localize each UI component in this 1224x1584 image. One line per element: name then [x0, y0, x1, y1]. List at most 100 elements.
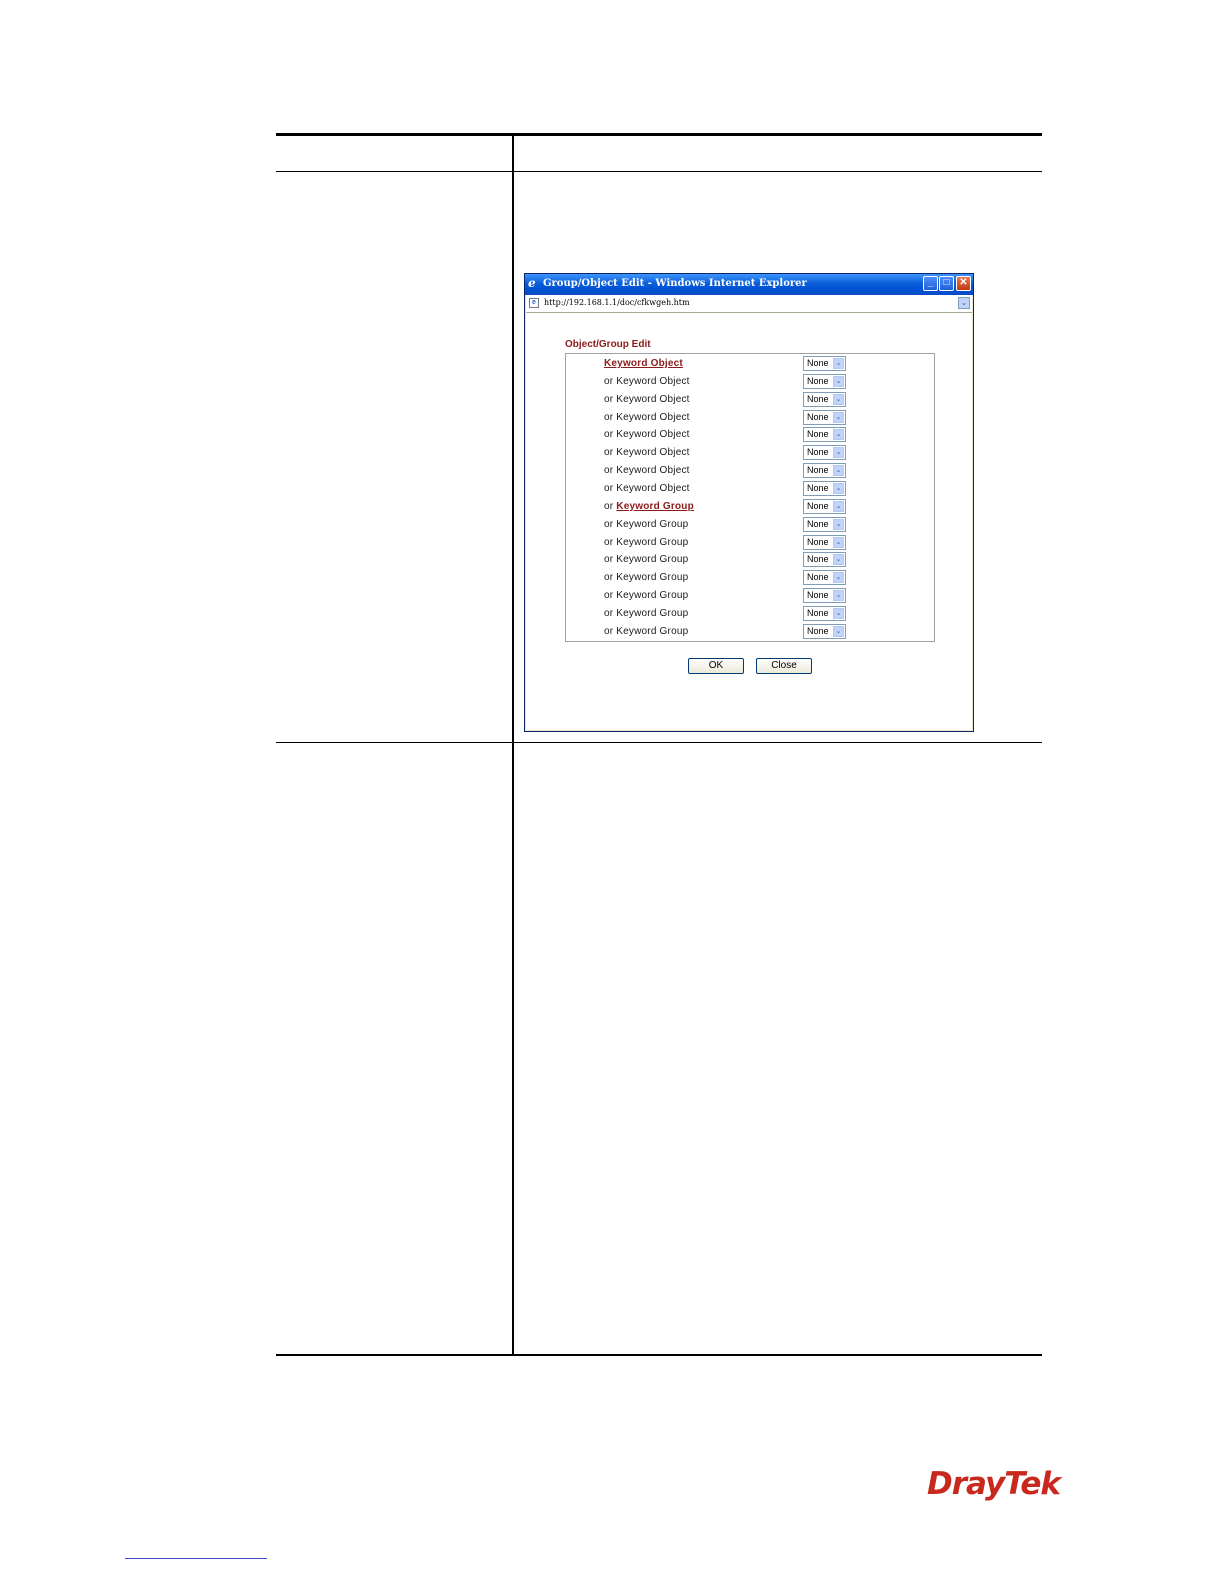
select-dropdown[interactable]: None ⌄	[803, 356, 846, 371]
select-dropdown[interactable]: None ⌄	[803, 373, 846, 389]
draytek-logo: DrayTek	[927, 1466, 1061, 1502]
form-row: or Keyword Object None ⌄	[566, 444, 934, 462]
select-dropdown[interactable]: None ⌄	[803, 552, 846, 568]
footer-link-underline[interactable]	[125, 1558, 267, 1559]
chevron-down-icon[interactable]: ⌄	[833, 375, 844, 387]
row-label: or Keyword Group	[604, 608, 688, 619]
window-title: Group/Object Edit - Windows Internet Exp…	[543, 278, 807, 289]
row-label-text: or Keyword Object	[604, 393, 690, 405]
address-bar[interactable]: e http://192.168.1.1/doc/cfkwgeh.htm ⌄	[526, 295, 972, 313]
select-value: None	[807, 447, 829, 458]
row-label: or Keyword Group	[604, 626, 688, 637]
row-label: Keyword Object	[604, 358, 683, 369]
row-label-text: or Keyword Object	[604, 375, 690, 387]
chevron-down-icon[interactable]: ⌄	[833, 590, 844, 602]
select-value: None	[807, 572, 829, 583]
form-row: or Keyword Group None ⌄	[566, 623, 934, 641]
select-value: None	[807, 375, 829, 386]
row-label-text: or Keyword Group	[604, 625, 689, 637]
ok-button[interactable]: OK	[688, 658, 744, 674]
form-title: Object/Group Edit	[565, 339, 651, 350]
form-row: or Keyword Object None ⌄	[566, 373, 934, 391]
row-label: or Keyword Object	[604, 376, 690, 387]
page-icon: e	[529, 298, 539, 308]
chevron-down-icon[interactable]: ⌄	[833, 625, 844, 637]
form-row: or Keyword Group None ⌄	[566, 551, 934, 569]
select-dropdown[interactable]: None ⌄	[803, 463, 846, 479]
select-dropdown[interactable]: None ⌄	[803, 427, 846, 443]
select-dropdown[interactable]: None ⌄	[803, 588, 846, 604]
row-label: or Keyword Object	[604, 465, 690, 476]
chevron-down-icon[interactable]: ⌄	[833, 393, 844, 405]
row-label-prefix: or	[604, 500, 617, 512]
ie-dialog-window: e Group/Object Edit - Windows Internet E…	[524, 273, 974, 732]
row-label-link[interactable]: Keyword Object	[604, 358, 683, 369]
select-dropdown[interactable]: None ⌄	[803, 570, 846, 586]
page-content: Object/Group Edit Keyword Object None ⌄ or …	[526, 313, 972, 730]
chevron-down-icon[interactable]: ⌄	[833, 429, 844, 441]
row-label-text: or Keyword Group	[604, 590, 689, 602]
row-label-text: or Keyword Group	[604, 607, 689, 619]
select-value: None	[807, 393, 829, 404]
chevron-down-icon[interactable]: ⌄	[833, 554, 844, 566]
row-label: or Keyword Group	[604, 590, 688, 601]
form-row: or Keyword Object None ⌄	[566, 426, 934, 444]
row-label: or Keyword Group	[604, 519, 688, 530]
select-value: None	[807, 590, 829, 601]
close-window-button[interactable]: ✕	[956, 276, 971, 291]
select-dropdown[interactable]: None ⌄	[803, 445, 846, 461]
row-label-text: or Keyword Object	[604, 482, 690, 494]
chevron-down-icon[interactable]: ⌄	[833, 500, 844, 512]
chevron-down-icon[interactable]: ⌄	[958, 297, 970, 309]
row-label-link[interactable]: Keyword Group	[616, 501, 694, 512]
chevron-down-icon[interactable]: ⌄	[833, 358, 844, 369]
select-value: None	[807, 518, 829, 529]
chevron-down-icon[interactable]: ⌄	[833, 518, 844, 530]
row-label-text: or Keyword Group	[604, 554, 689, 566]
select-dropdown[interactable]: None ⌄	[803, 498, 846, 514]
form-row: or Keyword Object None ⌄	[566, 480, 934, 498]
close-button[interactable]: Close	[756, 658, 812, 674]
form-row: or Keyword Object None ⌄	[566, 462, 934, 480]
table-row-rule	[276, 742, 1042, 743]
row-label: or Keyword Object	[604, 429, 690, 440]
select-value: None	[807, 429, 829, 440]
chevron-down-icon[interactable]: ⌄	[833, 607, 844, 619]
window-titlebar[interactable]: e Group/Object Edit - Windows Internet E…	[525, 274, 973, 295]
select-value: None	[807, 607, 829, 618]
row-label: or Keyword Group	[604, 501, 694, 512]
row-label-text: or Keyword Group	[604, 572, 689, 584]
row-label: or Keyword Object	[604, 394, 690, 405]
row-label-text: or Keyword Group	[604, 536, 689, 548]
form-row: or Keyword Object None ⌄	[566, 391, 934, 409]
form-row: Keyword Object None ⌄	[566, 355, 934, 373]
row-label: or Keyword Group	[604, 572, 688, 583]
row-label-text: or Keyword Object	[604, 447, 690, 459]
form-row: or Keyword Group None ⌄	[566, 534, 934, 552]
select-dropdown[interactable]: None ⌄	[803, 409, 846, 425]
table-column-divider	[512, 133, 514, 1356]
select-dropdown[interactable]: None ⌄	[803, 534, 846, 550]
chevron-down-icon[interactable]: ⌄	[833, 482, 844, 494]
form-row: or Keyword Group None ⌄	[566, 605, 934, 623]
chevron-down-icon[interactable]: ⌄	[833, 536, 844, 548]
chevron-down-icon[interactable]: ⌄	[833, 572, 844, 584]
address-url[interactable]: http://192.168.1.1/doc/cfkwgeh.htm	[544, 298, 690, 307]
maximize-button[interactable]: □	[939, 276, 954, 291]
ie-logo-icon: e	[528, 276, 536, 290]
chevron-down-icon[interactable]: ⌄	[833, 411, 844, 423]
chevron-down-icon[interactable]: ⌄	[833, 447, 844, 459]
select-dropdown[interactable]: None ⌄	[803, 623, 846, 639]
select-dropdown[interactable]: None ⌄	[803, 516, 846, 532]
select-dropdown[interactable]: None ⌄	[803, 480, 846, 496]
form-row: or Keyword Group None ⌄	[566, 498, 934, 516]
minimize-button[interactable]: _	[923, 276, 938, 291]
form-row: or Keyword Object None ⌄	[566, 409, 934, 427]
select-value: None	[807, 411, 829, 422]
row-label: or Keyword Group	[604, 537, 688, 548]
select-dropdown[interactable]: None ⌄	[803, 605, 846, 621]
select-dropdown[interactable]: None ⌄	[803, 391, 846, 407]
row-label: or Keyword Object	[604, 447, 690, 458]
chevron-down-icon[interactable]: ⌄	[833, 465, 844, 477]
table-header-rule	[276, 171, 1042, 172]
